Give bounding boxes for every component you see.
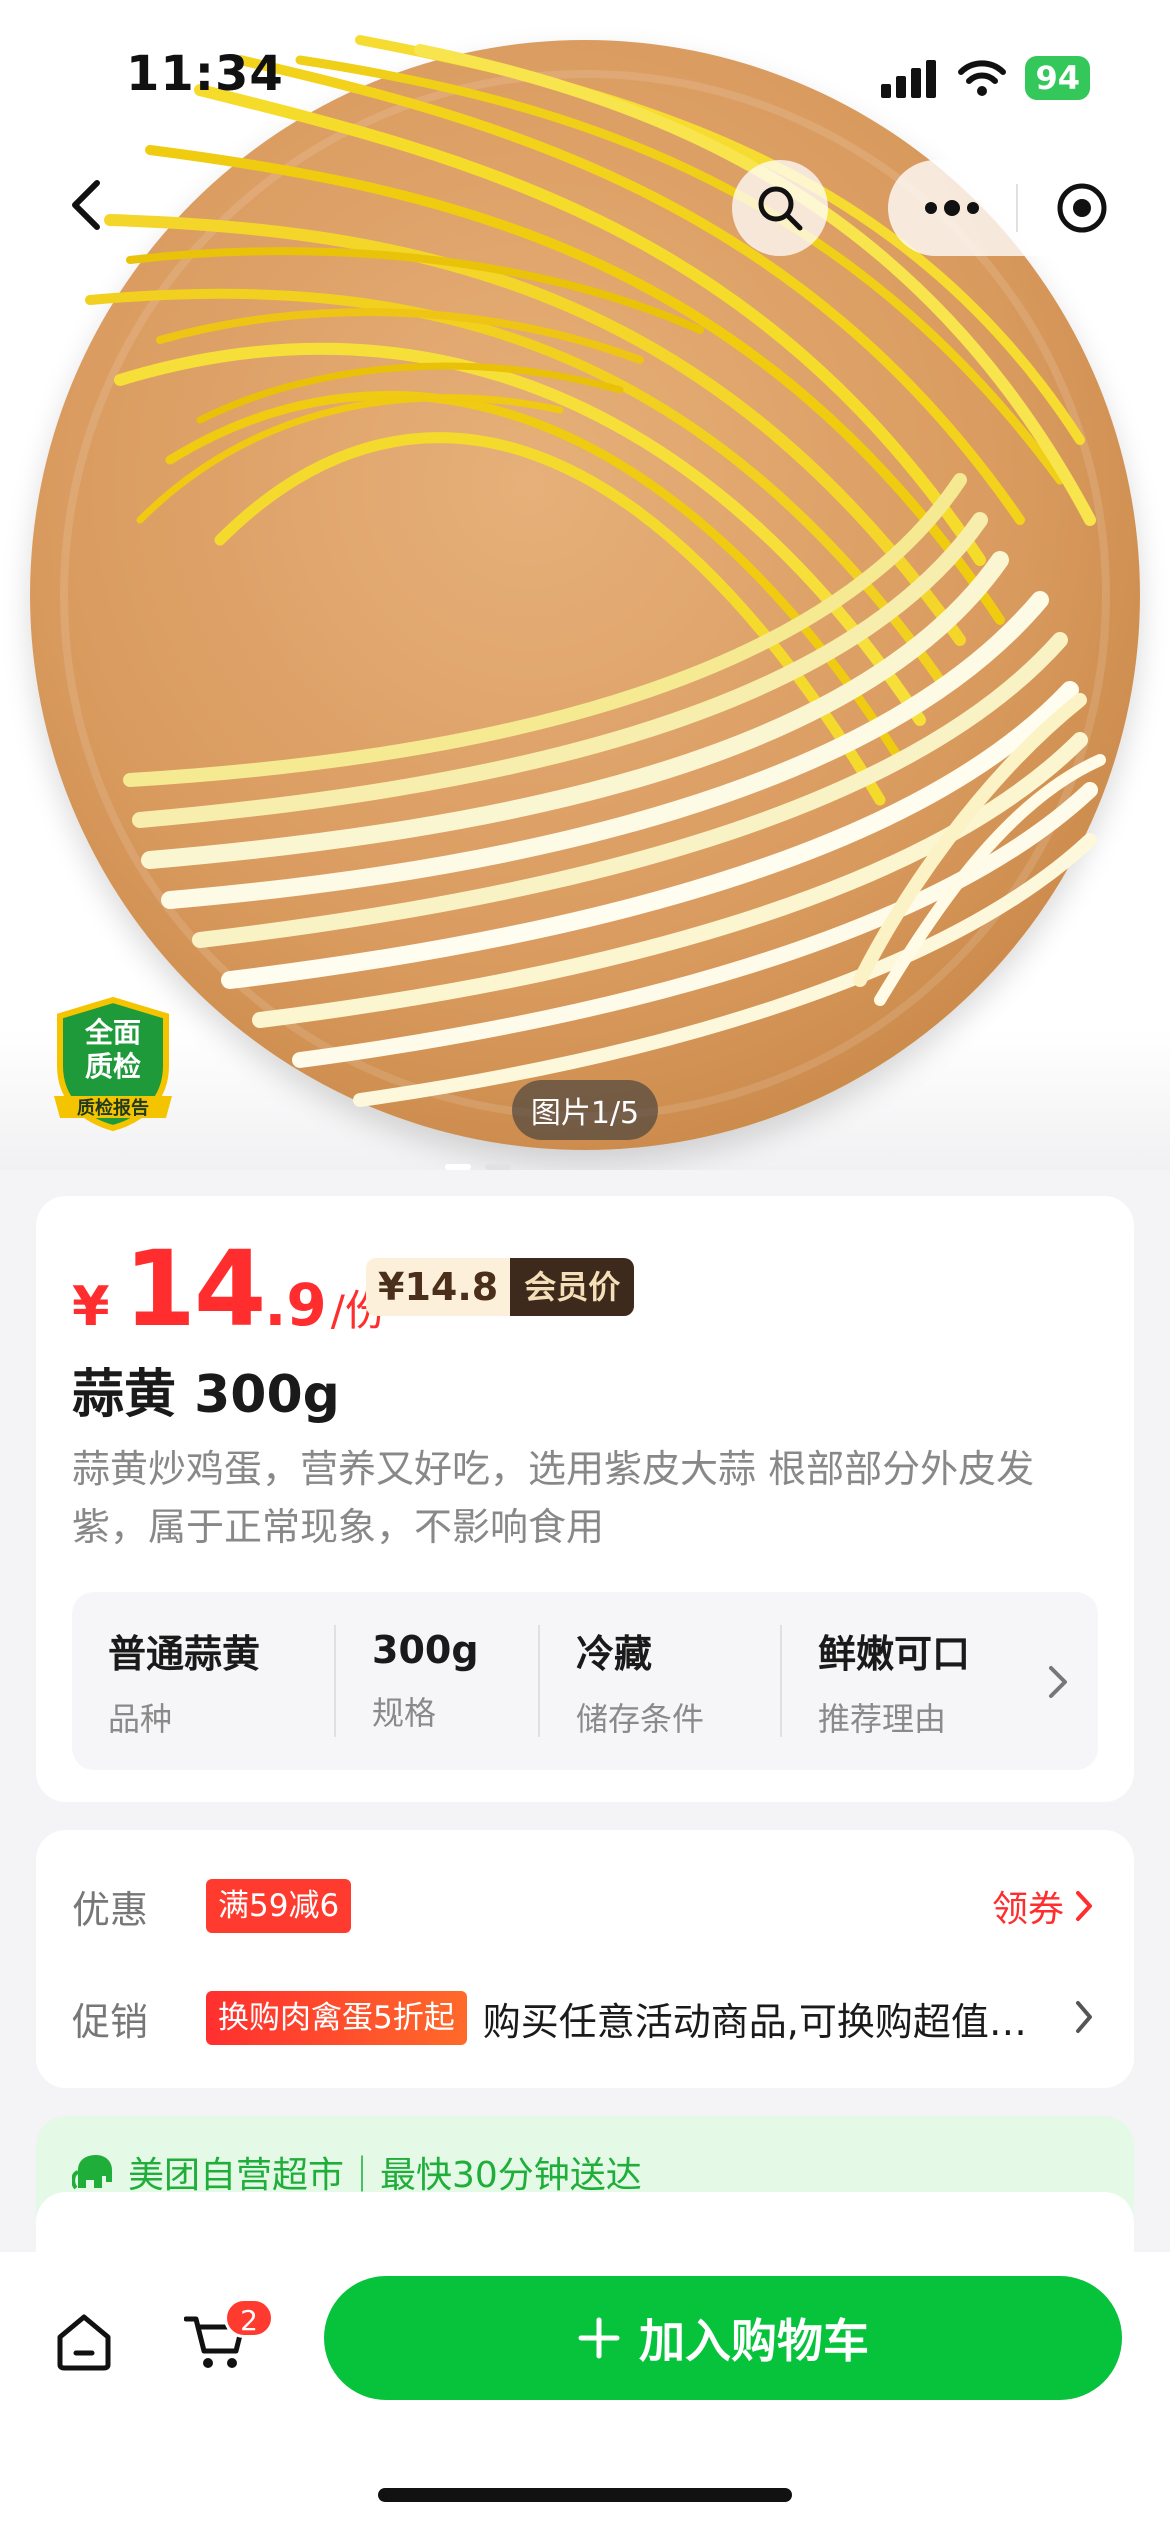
- add-to-cart-label: 加入购物车: [639, 2314, 869, 2368]
- shield-icon: 全面 质检 质检报告: [54, 996, 172, 1132]
- product-info-card: ¥ 14 .9 /份 ¥14.8 会员价 蒜黄 300g 蒜黄炒鸡蛋，营养又好吃…: [36, 1196, 1134, 1802]
- spec-size: 300g 规格: [336, 1592, 538, 1770]
- spec-variety: 普通蒜黄 品种: [72, 1592, 334, 1770]
- member-price-label: 会员价: [510, 1258, 635, 1316]
- product-title: 蒜黄 300g: [72, 1365, 340, 1425]
- spec-value: 鲜嫩可口: [818, 1631, 971, 1676]
- qc-line1: 全面: [84, 1016, 141, 1049]
- promotion-text: 购买任意活动商品,可换购超值…: [482, 1999, 1027, 2044]
- spec-key: 规格: [372, 1694, 437, 1732]
- spec-panel[interactable]: 普通蒜黄 品种 300g 规格 冷藏 储存条件 鲜嫩可口 推荐理由: [72, 1592, 1098, 1770]
- cart-count-badge: 2: [224, 2298, 274, 2338]
- price-decimal: .9: [264, 1271, 327, 1339]
- carousel-dot-active: [445, 1164, 471, 1170]
- target-icon: [1057, 183, 1107, 233]
- chevron-right-icon: [1049, 1666, 1067, 1698]
- get-coupon-button[interactable]: 领券: [992, 1876, 1094, 1936]
- spec-key: 推荐理由: [818, 1699, 947, 1738]
- spec-value: 普通蒜黄: [108, 1631, 261, 1676]
- member-price: ¥14.8: [366, 1258, 511, 1316]
- home-indicator: [378, 2488, 792, 2502]
- quality-check-badge[interactable]: 全面 质检 质检报告: [50, 996, 176, 1132]
- spec-storage: 冷藏 储存条件: [540, 1592, 780, 1770]
- spec-value: 300g: [372, 1628, 479, 1672]
- price-integer: 14: [123, 1228, 267, 1350]
- promotion-row[interactable]: 促销 换购肉禽蛋5折起 购买任意活动商品,可换购超值…: [72, 1988, 1094, 2048]
- product-image-carousel[interactable]: 11:34 94 全面 质检 质检报告 图片1/5: [0, 0, 1170, 1170]
- price: ¥ 14 .9 /份: [72, 1228, 387, 1350]
- offers-card: 优惠 满59减6 领券 促销 换购肉禽蛋5折起 购买任意活动商品,可换购超值…: [36, 1830, 1134, 2088]
- search-button[interactable]: [732, 160, 828, 256]
- chevron-right-icon: [1076, 1891, 1092, 1921]
- status-time: 11:34: [126, 46, 284, 102]
- elephant-icon: [72, 2155, 112, 2190]
- qc-line3: 质检报告: [77, 1097, 149, 1119]
- discount-row[interactable]: 优惠 满59减6 领券: [72, 1876, 1094, 1936]
- battery-indicator: 94: [1025, 56, 1090, 100]
- member-price-tag: ¥14.8 会员价: [366, 1258, 635, 1316]
- status-icons: 94: [881, 56, 1090, 100]
- spec-key: 储存条件: [576, 1699, 705, 1738]
- promotion-tag: 换购肉禽蛋5折起: [206, 1991, 467, 2045]
- plus-icon: [578, 2317, 620, 2359]
- back-button[interactable]: [52, 170, 122, 240]
- close-miniapp-button[interactable]: [1018, 160, 1146, 256]
- more-icon: [925, 200, 979, 216]
- delivery-header: 美团自营超市｜最快30分钟送达: [72, 2146, 642, 2198]
- product-description: 蒜黄炒鸡蛋，营养又好吃，选用紫皮大蒜 根部部分外皮发紫，属于正常现象，不影响食用: [72, 1447, 1035, 1549]
- price-symbol: ¥: [72, 1275, 110, 1338]
- carousel-dot: [485, 1164, 511, 1170]
- home-icon: [57, 2314, 111, 2371]
- delivery-header-text: 美团自营超市｜最快30分钟送达: [128, 2155, 642, 2196]
- promotion-label: 促销: [72, 1999, 149, 2044]
- back-icon: [72, 180, 100, 230]
- add-to-cart-button[interactable]: 加入购物车: [324, 2276, 1122, 2400]
- discount-tag: 满59减6: [206, 1879, 352, 1933]
- mini-program-capsule: [888, 160, 1146, 256]
- discount-label: 优惠: [72, 1887, 149, 1932]
- get-coupon-label: 领券: [991, 1889, 1064, 1930]
- more-button[interactable]: [888, 160, 1016, 256]
- wifi-icon: [958, 60, 1007, 96]
- spec-value: 冷藏: [576, 1631, 653, 1676]
- signal-icon: [881, 60, 937, 98]
- spec-reason: 鲜嫩可口 推荐理由: [782, 1592, 1012, 1770]
- carousel-dots: [445, 1164, 511, 1170]
- home-button[interactable]: [48, 2306, 120, 2378]
- search-icon: [758, 186, 803, 231]
- image-counter: 图片1/5: [512, 1080, 658, 1140]
- qc-line2: 质检: [85, 1050, 141, 1083]
- spec-key: 品种: [108, 1699, 173, 1738]
- chevron-right-icon: [1076, 2001, 1092, 2033]
